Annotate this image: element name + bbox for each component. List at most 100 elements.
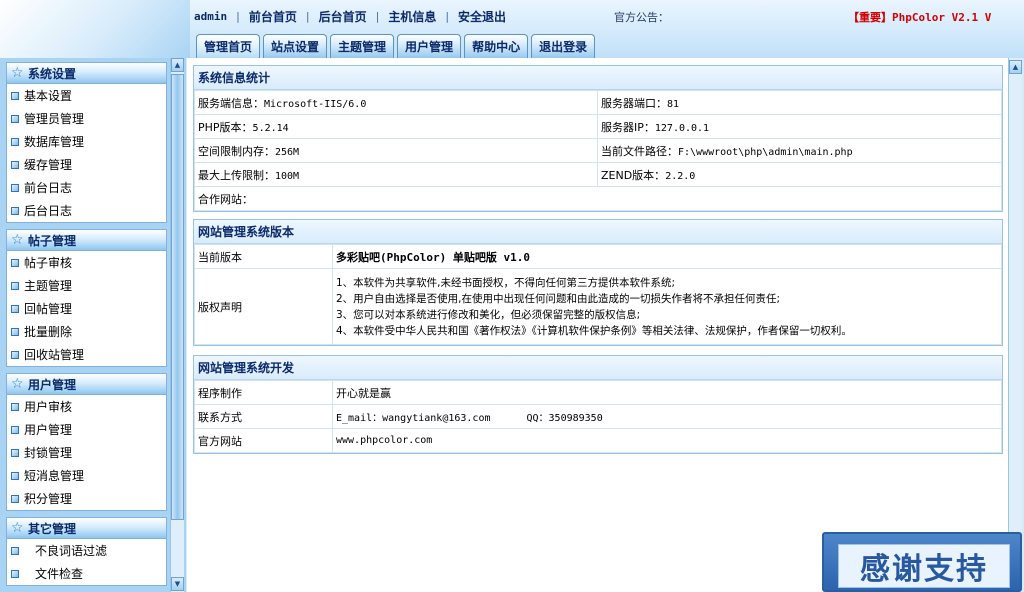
table-cell: 程序制作 (194, 380, 333, 405)
version-value: 多彩贴吧(PhpColor) 单贴吧版 v1.0 (332, 244, 1002, 269)
menu-item-label: 短消息管理 (24, 469, 85, 483)
menu-item-label: 用户审核 (24, 400, 73, 414)
nav-separator: | (375, 9, 380, 23)
square-bullet-icon (11, 569, 19, 578)
menu-group-title[interactable]: ☆ 帖子管理 (7, 230, 166, 251)
license-line: 4、本软件受中华人民共和国《著作权法》《计算机软件保护条例》等相关法律、法规保护… (336, 324, 852, 337)
main-scrollbar[interactable]: ▲ (1008, 58, 1022, 592)
menu-item-label: 积分管理 (24, 492, 73, 506)
thanks-banner-text: 感谢支持 (838, 544, 1010, 588)
square-bullet-icon (11, 206, 19, 215)
menu-item-label: 回帖管理 (24, 302, 73, 316)
menu-item-cache[interactable]: 缓存管理 (7, 153, 166, 176)
star-icon: ☆ (11, 232, 24, 248)
tab-logout[interactable]: 退出登录 (531, 34, 596, 58)
menu-item-label: 封锁管理 (24, 446, 73, 460)
nav-logout[interactable]: 安全退出 (458, 8, 506, 25)
info-key: 服务器IP： (601, 120, 655, 134)
square-bullet-icon (11, 304, 19, 313)
square-bullet-icon (11, 448, 19, 457)
menu-item-recycle-bin[interactable]: 回收站管理 (7, 343, 166, 366)
sidebar-scrollbar[interactable]: ▲ ▼ (170, 58, 184, 592)
info-key: 服务端信息： (198, 96, 264, 110)
table-cell: 最大上传限制：100M (194, 162, 598, 187)
nav-separator: | (305, 9, 310, 23)
partner-sites-label: 合作网站： (198, 192, 253, 206)
scroll-down-arrow-icon[interactable]: ▼ (171, 577, 184, 591)
menu-item-label: 后台日志 (24, 204, 73, 218)
info-value: 127.0.0.1 (654, 122, 710, 134)
table-cell: 官方网站 (194, 428, 333, 453)
nav-separator: | (236, 9, 240, 23)
nav-separator: | (445, 9, 450, 23)
menu-item-points-management[interactable]: 积分管理 (7, 487, 166, 510)
menu-item-message-management[interactable]: 短消息管理 (7, 464, 166, 487)
scroll-up-arrow-icon[interactable]: ▲ (171, 58, 184, 72)
scroll-up-arrow-icon[interactable]: ▲ (1009, 60, 1022, 74)
tab-site-settings[interactable]: 站点设置 (263, 34, 328, 58)
username-link[interactable]: admin (194, 10, 227, 23)
menu-group-title[interactable]: ☆ 其它管理 (7, 518, 166, 539)
table-row: 联系方式 E_mail：wangytiank@163.com QQ：350989… (194, 404, 1002, 429)
tab-user-management[interactable]: 用户管理 (397, 34, 462, 58)
table-row: 空间限制内存：256M 当前文件路径：F:\wwwroot\php\admin\… (194, 138, 1002, 163)
developer-panel: 网站管理系统开发 程序制作 开心就是赢 联系方式 E_mail：wangytia… (193, 355, 1003, 454)
nav-host-info[interactable]: 主机信息 (388, 8, 436, 25)
tab-help-center[interactable]: 帮助中心 (464, 34, 529, 58)
menu-item-admin-management[interactable]: 管理员管理 (7, 107, 166, 130)
menu-item-word-filter[interactable]: 不良词语过滤 (7, 539, 166, 562)
license-line: 2、用户自由选择是否使用,在使用中出现任何问题和由此造成的一切损失作者将不承担任… (336, 292, 781, 305)
menu-item-user-review[interactable]: 用户审核 (7, 395, 166, 418)
square-bullet-icon (11, 281, 19, 290)
menu-group-title[interactable]: ☆ 用户管理 (7, 374, 166, 395)
tab-topic-management[interactable]: 主题管理 (330, 34, 395, 58)
email-text: E_mail：wangytiank@163.com (336, 413, 491, 424)
scrollbar-thumb[interactable] (171, 74, 184, 520)
notice-marquee[interactable]: 【重要】PhpColor V2.1 V (848, 9, 1024, 25)
group-title-text: 其它管理 (28, 521, 77, 536)
menu-group-users: ☆ 用户管理 用户审核 用户管理 封锁管理 短消息管理 积分管理 (6, 373, 167, 511)
menu-item-topic-management[interactable]: 主题管理 (7, 274, 166, 297)
menu-group-title[interactable]: ☆ 系统设置 (7, 63, 166, 84)
table-cell: 服务端信息：Microsoft-IIS/6.0 (194, 90, 598, 115)
info-value: 256M (275, 146, 300, 158)
nav-front-home[interactable]: 前台首页 (249, 8, 297, 25)
panel-title: 系统信息统计 (194, 66, 1002, 90)
menu-item-file-check[interactable]: 文件检查 (7, 562, 166, 585)
official-site-link[interactable]: www.phpcolor.com (332, 428, 1002, 453)
menu-item-user-management[interactable]: 用户管理 (7, 418, 166, 441)
header: admin | 前台首页 | 后台首页 | 主机信息 | 安全退出 官方公告： … (0, 0, 1024, 58)
panel-title: 网站管理系统版本 (194, 220, 1002, 244)
group-title-text: 系统设置 (28, 66, 77, 81)
menu-item-ban-management[interactable]: 封锁管理 (7, 441, 166, 464)
table-cell: 空间限制内存：256M (194, 138, 598, 163)
menu-item-admin-log[interactable]: 后台日志 (7, 199, 166, 222)
menu-item-database[interactable]: 数据库管理 (7, 130, 166, 153)
menu-item-basic-settings[interactable]: 基本设置 (7, 84, 166, 107)
table-row: PHP版本：5.2.14 服务器IP：127.0.0.1 (194, 114, 1002, 139)
table-row: 程序制作 开心就是赢 (194, 380, 1002, 405)
square-bullet-icon (11, 350, 19, 359)
menu-item-label: 用户管理 (24, 423, 73, 437)
menu-item-batch-delete[interactable]: 批量删除 (7, 320, 166, 343)
thanks-banner[interactable]: 感谢支持 (822, 532, 1022, 592)
tab-admin-home[interactable]: 管理首页 (196, 34, 261, 58)
menu-group-posts: ☆ 帖子管理 帖子审核 主题管理 回帖管理 批量删除 回收站管理 (6, 229, 167, 367)
info-value: 100M (275, 170, 300, 182)
menu-item-label: 帖子审核 (24, 256, 73, 270)
table-row: 合作网站： (194, 186, 1002, 211)
qq-text: QQ：350989350 (526, 413, 603, 424)
info-key: 空间限制内存： (198, 144, 275, 158)
license-cell: 1、本软件为共享软件,未经书面授权，不得向任何第三方提供本软件系统; 2、用户自… (332, 268, 1002, 345)
nav-admin-home[interactable]: 后台首页 (319, 8, 367, 25)
menu-item-front-log[interactable]: 前台日志 (7, 176, 166, 199)
star-icon: ☆ (11, 65, 24, 81)
square-bullet-icon (11, 183, 19, 192)
star-icon: ☆ (11, 376, 24, 392)
menu-item-reply-management[interactable]: 回帖管理 (7, 297, 166, 320)
menu-item-label: 文件检查 (35, 567, 84, 581)
info-value: 5.2.14 (252, 122, 289, 134)
contact-cell: E_mail：wangytiank@163.com QQ：350989350 (332, 404, 1002, 429)
menu-item-post-review[interactable]: 帖子审核 (7, 251, 166, 274)
square-bullet-icon (11, 327, 19, 336)
